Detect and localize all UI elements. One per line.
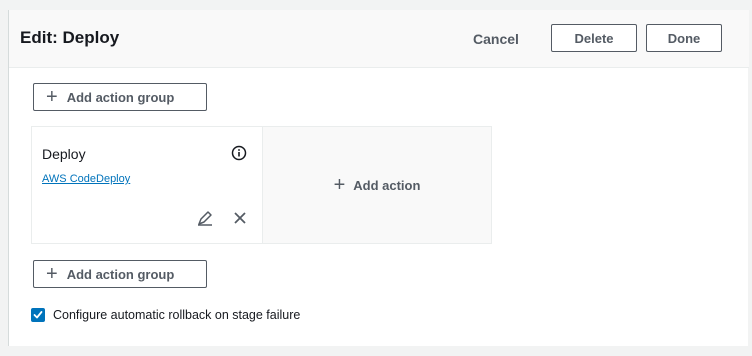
add-action-group-label: Add action group bbox=[66, 266, 175, 282]
info-icon[interactable] bbox=[231, 145, 247, 161]
action-card: Deploy AWS CodeDeploy bbox=[32, 127, 262, 243]
rollback-label: Configure automatic rollback on stage fa… bbox=[53, 308, 301, 322]
delete-button[interactable]: Delete bbox=[551, 24, 637, 52]
action-provider-link[interactable]: AWS CodeDeploy bbox=[42, 173, 130, 185]
done-button[interactable]: Done bbox=[646, 24, 722, 52]
add-action-button[interactable]: + Add action bbox=[262, 127, 491, 243]
panel-header: Edit: Deploy Cancel Delete Done bbox=[9, 10, 749, 68]
add-action-group-button-top[interactable]: + Add action group bbox=[33, 83, 207, 111]
action-name: Deploy bbox=[42, 146, 86, 162]
edit-stage-panel: Edit: Deploy Cancel Delete Done + Add ac… bbox=[8, 10, 749, 346]
page-title: Edit: Deploy bbox=[20, 28, 120, 47]
plus-icon: + bbox=[46, 263, 58, 285]
rollback-checkbox[interactable] bbox=[31, 308, 45, 322]
rollback-option[interactable]: Configure automatic rollback on stage fa… bbox=[31, 307, 300, 323]
add-action-label: Add action bbox=[353, 177, 421, 193]
checkmark-icon bbox=[33, 311, 43, 319]
plus-icon: + bbox=[46, 86, 58, 108]
add-action-group-label: Add action group bbox=[66, 89, 175, 105]
close-icon[interactable] bbox=[232, 210, 248, 226]
action-group: Deploy AWS CodeDeploy + Add action bbox=[31, 126, 492, 244]
edit-pencil-icon[interactable] bbox=[197, 210, 213, 226]
add-action-group-button-bottom[interactable]: + Add action group bbox=[33, 260, 207, 288]
plus-icon: + bbox=[333, 174, 346, 196]
cancel-button[interactable]: Cancel bbox=[473, 31, 519, 47]
